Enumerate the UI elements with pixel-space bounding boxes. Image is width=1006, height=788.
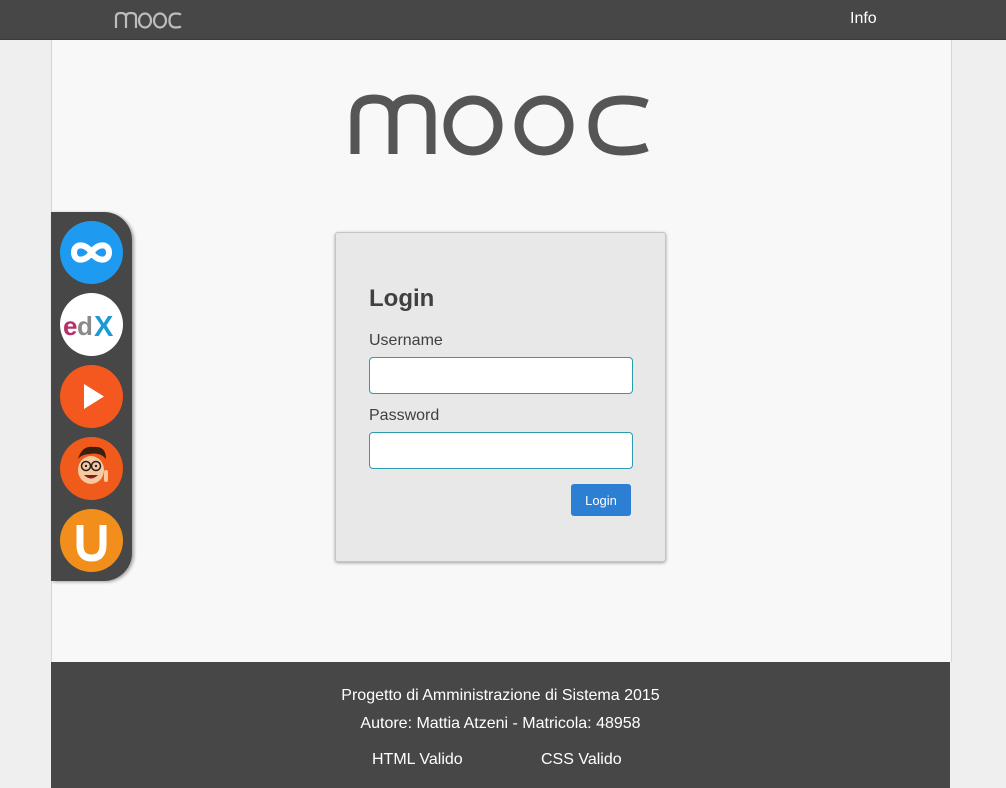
login-title: Login: [369, 285, 435, 312]
play-icon: [84, 384, 104, 409]
u-icon: [76, 525, 107, 562]
svg-text:X: X: [94, 311, 114, 343]
login-panel: Login Username Password Login: [335, 232, 666, 562]
username-label: Username: [369, 332, 443, 349]
info-link[interactable]: Info: [850, 10, 877, 28]
svg-text:e: e: [63, 311, 77, 341]
edx-icon: e d X: [63, 311, 114, 343]
top-navbar: Info: [0, 0, 1006, 40]
cartoon-app[interactable]: [60, 437, 123, 500]
author-info: Autore: Mattia Atzeni - Matricola: 48958: [360, 715, 641, 732]
coursera-app[interactable]: [60, 221, 123, 284]
brand-logo[interactable]: [114, 8, 184, 35]
username-input[interactable]: [369, 357, 633, 394]
html-valid-link[interactable]: HTML Valido: [372, 751, 463, 769]
css-valid-link[interactable]: CSS Valido: [541, 751, 622, 769]
mooc-logo-graphic: [350, 94, 649, 156]
infinity-icon: [70, 242, 113, 263]
password-input[interactable]: [369, 432, 633, 469]
mooc-logo: [350, 92, 652, 161]
brand-logo-graphic: [114, 11, 182, 29]
project-title: Progetto di Amministrazione di Sistema 2…: [341, 687, 660, 704]
svg-text:d: d: [77, 311, 93, 341]
play-app[interactable]: [60, 365, 123, 428]
udacity-app[interactable]: [60, 509, 123, 572]
login-button[interactable]: Login: [571, 484, 631, 516]
app-dock: e d X: [51, 212, 132, 581]
edx-app[interactable]: e d X: [60, 293, 123, 356]
footer: Progetto di Amministrazione di Sistema 2…: [51, 662, 950, 788]
password-label: Password: [369, 407, 440, 424]
cartoon-face-icon: [78, 446, 108, 484]
